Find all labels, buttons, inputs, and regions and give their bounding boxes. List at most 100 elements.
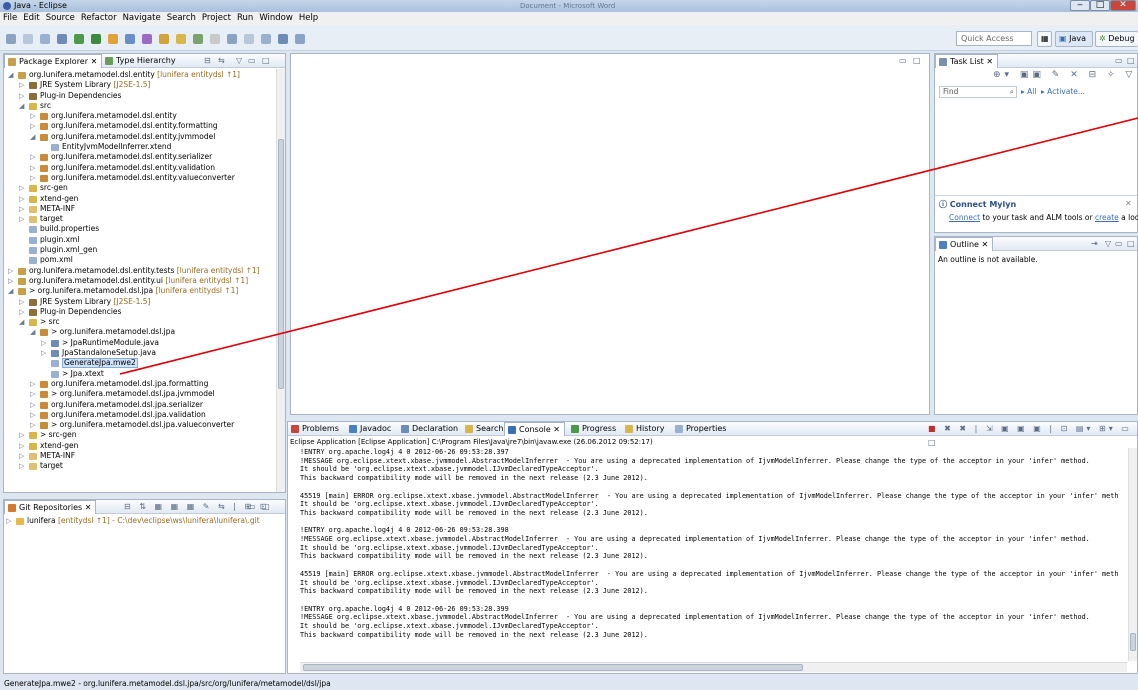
tasklist-toolbar-icons[interactable]: ⊕▾ ▣▣ ✎ ✕ ⊟ ✧ ▽	[993, 70, 1136, 80]
maximize-view-icon[interactable]: □	[262, 500, 270, 514]
menu-source[interactable]: Source	[46, 12, 75, 25]
menu-refactor[interactable]: Refactor	[81, 12, 117, 25]
debug-perspective-button[interactable]: ✲ Debug	[1095, 31, 1138, 47]
new-icon[interactable]	[6, 34, 16, 44]
print-icon[interactable]	[57, 34, 67, 44]
expand-arrow-icon[interactable]: ▷	[19, 204, 27, 214]
expand-arrow-icon[interactable]: ◢	[30, 132, 38, 142]
maximize-button[interactable]: □	[1090, 0, 1110, 11]
expand-arrow-icon[interactable]: ▷	[30, 379, 38, 389]
expand-arrow-icon[interactable]: ▷	[19, 91, 27, 101]
expand-arrow-icon[interactable]: ◢	[19, 101, 27, 111]
maximize-view-icon[interactable]: □	[1127, 237, 1135, 251]
tree-item[interactable]: ▷ org.lunifera.metamodel.dsl.jpa.serializ…	[4, 400, 275, 410]
tab-properties[interactable]: Properties	[672, 422, 730, 436]
tab-git-repositories[interactable]: Git Repositories ✕	[4, 500, 97, 514]
minimize-view-icon[interactable]: ▭	[248, 54, 256, 68]
minimize-view-icon[interactable]: ▭	[1115, 237, 1123, 251]
expand-arrow-icon[interactable]: ▷	[30, 389, 38, 399]
link-with-editor-icon[interactable]: ⇆	[218, 54, 225, 68]
menu-run[interactable]: Run	[237, 12, 253, 25]
close-tab-icon[interactable]: ✕	[551, 425, 560, 434]
expand-arrow-icon[interactable]: ▷	[19, 441, 27, 451]
tree-item[interactable]: ▷ org.lunifera.metamodel.dsl.entity.forma…	[4, 121, 275, 131]
tree-item[interactable]: ◢ > org.lunifera.metamodel.dsl.jpa	[4, 327, 275, 337]
tree-item[interactable]: ▷ META-INF	[4, 204, 275, 214]
tree-item[interactable]: pom.xml	[4, 255, 275, 265]
toggle-mark-icon[interactable]	[210, 34, 220, 44]
outline-toolbar-icon[interactable]: ⇥	[1091, 237, 1098, 251]
tree-item[interactable]: ▷ src-gen	[4, 183, 275, 193]
maximize-view-icon[interactable]: □	[1127, 54, 1135, 68]
tree-item[interactable]: ▷ org.lunifera.metamodel.dsl.entity	[4, 111, 275, 121]
menu-file[interactable]: File	[3, 12, 17, 25]
create-link[interactable]: create	[1095, 213, 1119, 222]
tab-problems[interactable]: Problems	[288, 422, 343, 436]
tab-task-list[interactable]: Task List ✕	[935, 54, 999, 68]
view-menu-icon[interactable]: ▽	[1105, 237, 1111, 251]
tab-package-explorer[interactable]: Package Explorer ✕	[4, 54, 103, 68]
minimize-view-icon[interactable]: ▭	[1115, 54, 1123, 68]
menu-project[interactable]: Project	[202, 12, 231, 25]
menu-search[interactable]: Search	[167, 12, 196, 25]
tab-declaration[interactable]: Declaration	[398, 422, 462, 436]
expand-arrow-icon[interactable]: ▷	[30, 163, 38, 173]
menu-navigate[interactable]: Navigate	[123, 12, 161, 25]
pin-icon[interactable]	[295, 34, 305, 44]
tree-item[interactable]: plugin.xml_gen	[4, 245, 275, 255]
minimize-editor-icon[interactable]: ▭	[899, 54, 907, 68]
tab-console[interactable]: Console ✕	[504, 422, 566, 436]
expand-arrow-icon[interactable]: ▷	[8, 276, 16, 286]
tree-item[interactable]: > Jpa.xtext	[4, 369, 275, 379]
tree-item[interactable]: ◢ org.lunifera.metamodel.dsl.entity [luni…	[4, 70, 275, 80]
tree-item[interactable]: ▷ JRE System Library [J2SE-1.5]	[4, 80, 275, 90]
menu-edit[interactable]: Edit	[23, 12, 39, 25]
view-menu-icon[interactable]: ▽	[236, 54, 242, 68]
new-java-project-icon[interactable]	[125, 34, 135, 44]
open-perspective-button[interactable]: ▦	[1037, 31, 1052, 47]
open-type-icon[interactable]	[176, 34, 186, 44]
minimize-button[interactable]: ‒	[1070, 0, 1090, 11]
new-package-icon[interactable]	[142, 34, 152, 44]
scrollbar-thumb[interactable]	[278, 139, 284, 389]
expand-arrow-icon[interactable]: ▷	[19, 194, 27, 204]
java-perspective-button[interactable]: ▣ Java	[1055, 31, 1093, 47]
editor-area[interactable]: ▭ □	[290, 53, 930, 415]
expand-arrow-icon[interactable]: ◢	[8, 286, 16, 296]
next-annotation-icon[interactable]	[227, 34, 237, 44]
external-tools-icon[interactable]	[108, 34, 118, 44]
close-tab-icon[interactable]: ✕	[91, 57, 98, 66]
maximize-view-icon[interactable]: □	[262, 54, 270, 68]
search-icon[interactable]	[193, 34, 203, 44]
tree-item[interactable]: ▷ target	[4, 214, 275, 224]
tree-item[interactable]: ▷ org.lunifera.metamodel.dsl.entity.valid…	[4, 163, 275, 173]
expand-arrow-icon[interactable]: ▷	[30, 173, 38, 183]
new-class-icon[interactable]	[159, 34, 169, 44]
menu-window[interactable]: Window	[259, 12, 293, 25]
close-button[interactable]: ✕	[1110, 0, 1136, 11]
save-all-icon[interactable]	[40, 34, 50, 44]
maximize-editor-icon[interactable]: □	[913, 54, 921, 68]
scrollbar-thumb[interactable]	[303, 664, 803, 671]
tree-item[interactable]: ▷ Plug-in Dependencies	[4, 91, 275, 101]
expand-arrow-icon[interactable]: ◢	[30, 327, 38, 337]
tab-outline[interactable]: Outline ✕	[935, 237, 994, 251]
quick-access-input[interactable]: Quick Access	[956, 31, 1032, 46]
tab-search[interactable]: Search	[462, 422, 507, 436]
tree-item[interactable]: ▷ > JpaRuntimeModule.java	[4, 338, 275, 348]
run-icon[interactable]	[91, 34, 101, 44]
console-horizontal-scrollbar[interactable]	[300, 662, 1127, 672]
expand-arrow-icon[interactable]: ▷	[30, 420, 38, 430]
task-all-link[interactable]: ▸ All	[1021, 87, 1036, 96]
tree-item[interactable]: ▷ xtend-gen	[4, 194, 275, 204]
task-activate-link[interactable]: ▸ Activate...	[1041, 87, 1085, 96]
tree-item[interactable]: ▷ > src-gen	[4, 430, 275, 440]
package-explorer-scrollbar[interactable]	[276, 69, 285, 492]
expand-arrow-icon[interactable]: ▷	[30, 410, 38, 420]
prev-annotation-icon[interactable]	[244, 34, 254, 44]
task-find-input[interactable]: Find ⌕	[939, 86, 1017, 98]
console-toolbar-icons[interactable]: ■ ✖ ✖ | ⇲ ▣ ▣ ▣ | ⊡ ▤▾ ⊞▾ ▭ □	[928, 422, 1137, 450]
tree-item[interactable]: ▷ META-INF	[4, 451, 275, 461]
expand-arrow-icon[interactable]: ◢	[8, 70, 16, 80]
tree-item[interactable]: ◢ org.lunifera.metamodel.dsl.entity.jvmmo…	[4, 132, 275, 142]
